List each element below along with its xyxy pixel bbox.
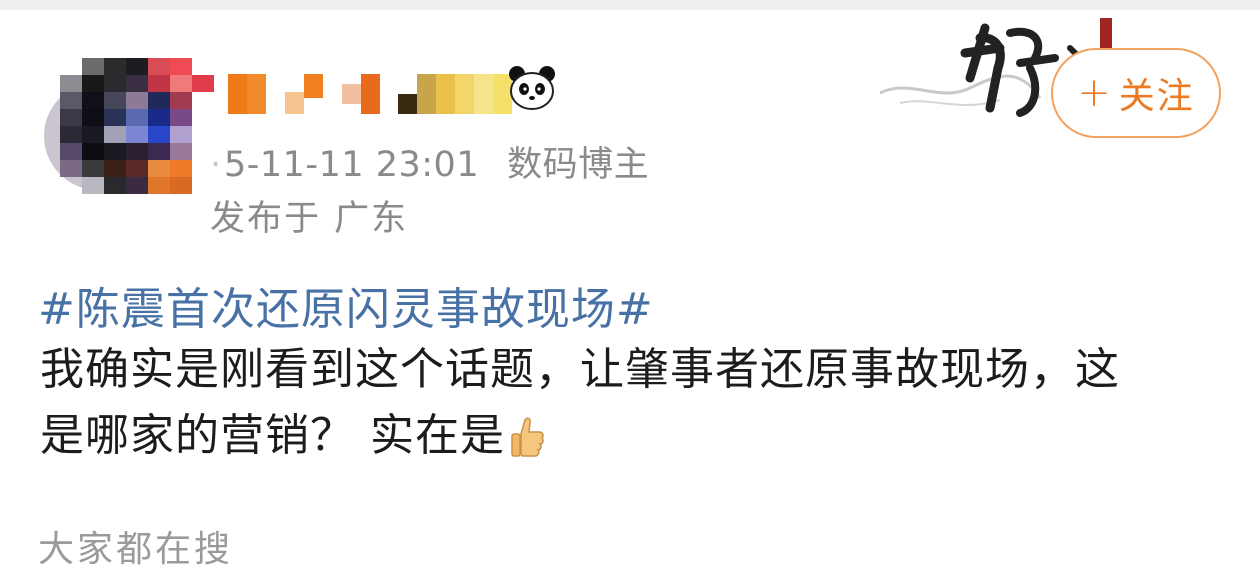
- avatar[interactable]: [44, 58, 214, 194]
- post-meta: ·5-11-11 23:01 数码博主: [210, 136, 649, 187]
- post-body-text: 是哪家的营销？ 实在是: [40, 410, 505, 461]
- follow-button[interactable]: + 关注: [1051, 48, 1221, 138]
- thumbs-up-icon: [511, 417, 544, 457]
- post-body: 我确实是刚看到这个话题，让肇事者还原事故现场，这 是哪家的营销？ 实在是: [40, 337, 1240, 469]
- post-body-line: 是哪家的营销？ 实在是: [40, 403, 1240, 469]
- related-search-peek: 大家都在搜: [38, 529, 234, 570]
- topic-hashtag-link[interactable]: #陈震首次还原闪灵事故现场#: [38, 273, 654, 337]
- timestamp-blurred-prefix: ·: [210, 145, 222, 185]
- post-location: 发布于 广东: [210, 199, 409, 239]
- follow-label: 关注: [1118, 76, 1195, 117]
- author-category: 数码博主: [507, 145, 650, 185]
- username-redacted[interactable]: [228, 74, 512, 114]
- avatar-pixelated-image: [60, 58, 214, 194]
- post-body-line: 我确实是刚看到这个话题，让肇事者还原事故现场，这: [40, 344, 1120, 395]
- plus-icon: +: [1077, 70, 1113, 116]
- post-timestamp: 5-11-11 23:01: [224, 145, 480, 185]
- panda-icon: [509, 66, 555, 110]
